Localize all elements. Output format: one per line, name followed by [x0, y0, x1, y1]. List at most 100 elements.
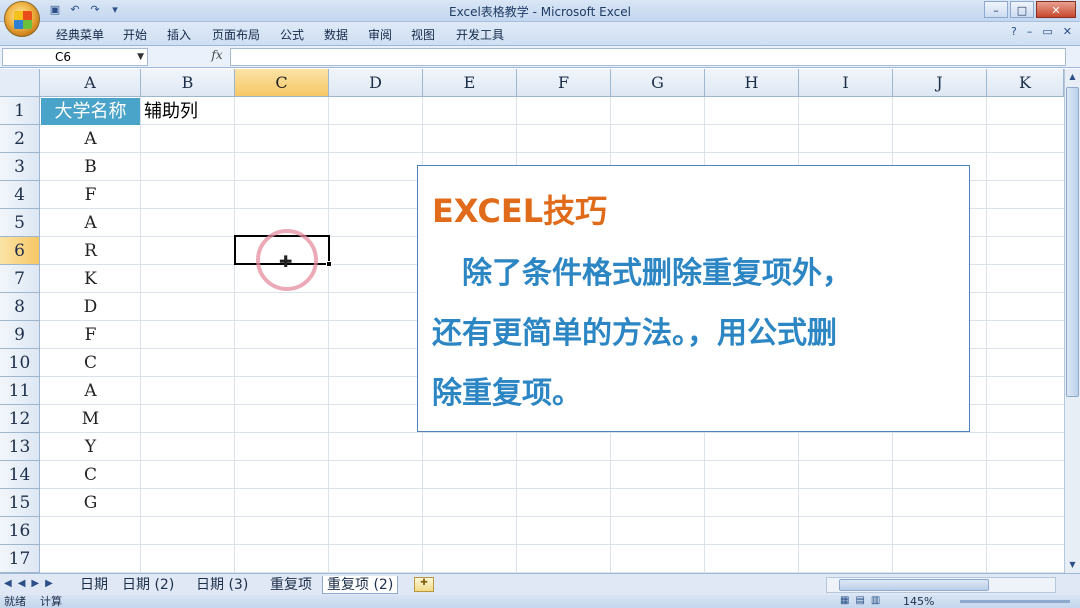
tab-classic-menu[interactable]: 经典菜单 [56, 26, 104, 43]
column-header[interactable]: H [705, 69, 799, 97]
vertical-scrollbar[interactable]: ▲ ▼ [1064, 69, 1080, 573]
gridline [328, 97, 329, 573]
cell-a11[interactable]: A [41, 378, 140, 405]
cell-a5[interactable]: A [41, 210, 140, 237]
next-sheet-icon[interactable]: ▶ [31, 578, 39, 589]
sheet-tab[interactable]: 重复项 [266, 576, 316, 594]
cell-a15[interactable]: G [41, 490, 140, 517]
scroll-thumb[interactable] [1066, 87, 1079, 397]
formula-bar: C6 ▼ fx [0, 46, 1080, 68]
row-header[interactable]: 9 [0, 321, 40, 349]
row-header[interactable]: 13 [0, 433, 40, 461]
cell-a7[interactable]: K [41, 266, 140, 293]
row-header[interactable]: 8 [0, 293, 40, 321]
column-header[interactable]: J [893, 69, 987, 97]
office-logo-icon [14, 11, 32, 29]
insert-function-button[interactable]: fx [206, 48, 228, 66]
column-header[interactable]: A [40, 69, 141, 97]
cell-b1-header[interactable]: 辅助列 [144, 98, 198, 125]
column-header[interactable]: D [329, 69, 423, 97]
row-header-active[interactable]: 6 [0, 237, 40, 265]
row-header[interactable]: 1 [0, 97, 40, 125]
sheet-tab[interactable]: 日期 (3) [192, 576, 252, 594]
cell-a8[interactable]: D [41, 294, 140, 321]
scroll-up-icon[interactable]: ▲ [1065, 69, 1080, 85]
status-calc: 计算 [40, 595, 62, 608]
ribbon-minimize-icon[interactable]: – [1027, 25, 1033, 38]
fill-handle[interactable] [326, 261, 332, 267]
gridline [40, 432, 1064, 433]
cell-a12[interactable]: M [41, 406, 140, 433]
minimize-button[interactable]: – [984, 1, 1008, 18]
column-header[interactable]: E [423, 69, 517, 97]
tab-review[interactable]: 审阅 [368, 26, 392, 43]
zoom-slider[interactable] [960, 600, 1070, 603]
row-header[interactable]: 4 [0, 181, 40, 209]
column-header[interactable]: G [611, 69, 705, 97]
ribbon-tabs: 经典菜单 开始 插入 页面布局 公式 数据 审阅 视图 开发工具 ? – ▭ ✕ [0, 22, 1080, 46]
row-header[interactable]: 10 [0, 349, 40, 377]
chevron-down-icon[interactable]: ▼ [137, 49, 144, 65]
name-box[interactable]: C6 ▼ [2, 48, 148, 66]
column-header-active[interactable]: C [235, 69, 329, 97]
tab-data[interactable]: 数据 [324, 26, 348, 43]
cell-a3[interactable]: B [41, 154, 140, 181]
worksheet-grid[interactable]: A B C D E F G H I J K 1 2 3 4 5 6 7 8 9 … [0, 69, 1064, 573]
prev-sheet-icon[interactable]: ◀ [18, 578, 26, 589]
horizontal-scrollbar[interactable] [826, 577, 1056, 593]
tip-textbox[interactable]: EXCEL技巧 除了条件格式删除重复项外， 还有更简单的方法。，用公式删 除重复… [417, 165, 970, 432]
tab-home[interactable]: 开始 [123, 26, 147, 43]
row-header[interactable]: 14 [0, 461, 40, 489]
tab-page-layout[interactable]: 页面布局 [212, 26, 260, 43]
tip-line: 除重复项。 [432, 376, 582, 411]
row-header[interactable]: 12 [0, 405, 40, 433]
cell-a10[interactable]: C [41, 350, 140, 377]
row-header[interactable]: 5 [0, 209, 40, 237]
page-layout-view-icon[interactable]: ▤ [855, 595, 864, 606]
horizontal-scroll-thumb[interactable] [839, 579, 989, 591]
maximize-button[interactable]: □ [1010, 1, 1034, 18]
select-all-button[interactable] [0, 69, 40, 97]
row-header[interactable]: 2 [0, 125, 40, 153]
cell-a13[interactable]: Y [41, 434, 140, 461]
cell-a1-header[interactable]: 大学名称 [41, 98, 140, 125]
row-header[interactable]: 7 [0, 265, 40, 293]
cell-a9[interactable]: F [41, 322, 140, 349]
row-header[interactable]: 3 [0, 153, 40, 181]
column-header[interactable]: B [141, 69, 235, 97]
tab-insert[interactable]: 插入 [167, 26, 191, 43]
formula-input[interactable] [230, 48, 1066, 66]
scroll-down-icon[interactable]: ▼ [1065, 557, 1080, 573]
help-icon[interactable]: ? [1011, 25, 1017, 38]
ribbon-right-controls: ? – ▭ ✕ [1011, 25, 1072, 38]
cell-a4[interactable]: F [41, 182, 140, 209]
tip-line: 除了条件格式删除重复项外， [432, 256, 852, 291]
office-button[interactable] [4, 1, 40, 37]
row-header[interactable]: 11 [0, 377, 40, 405]
last-sheet-icon[interactable]: ▶ [45, 578, 53, 589]
ribbon-close-icon[interactable]: ✕ [1063, 25, 1072, 38]
normal-view-icon[interactable]: ▦ [840, 595, 849, 606]
row-header[interactable]: 17 [0, 545, 40, 573]
sheet-tab[interactable]: 日期 (2) [118, 576, 178, 594]
tab-developer[interactable]: 开发工具 [456, 26, 504, 43]
row-header[interactable]: 16 [0, 517, 40, 545]
sheet-tab[interactable]: 日期 [76, 576, 112, 594]
tab-formulas[interactable]: 公式 [280, 26, 304, 43]
page-break-view-icon[interactable]: ▥ [871, 595, 880, 606]
cell-a2[interactable]: A [41, 126, 140, 153]
cell-a6[interactable]: R [41, 238, 140, 265]
tab-view[interactable]: 视图 [411, 26, 435, 43]
close-button[interactable]: ✕ [1036, 1, 1076, 18]
column-header[interactable]: I [799, 69, 893, 97]
cell-a14[interactable]: C [41, 462, 140, 489]
status-ready: 就绪 [4, 595, 26, 608]
column-header[interactable]: K [987, 69, 1064, 97]
sheet-tab-active[interactable]: 重复项 (2) [322, 576, 399, 594]
insert-sheet-icon[interactable]: ✚ [414, 577, 434, 592]
first-sheet-icon[interactable]: ◀ [4, 578, 12, 589]
ribbon-restore-icon[interactable]: ▭ [1042, 25, 1052, 38]
row-header[interactable]: 15 [0, 489, 40, 517]
column-header[interactable]: F [517, 69, 611, 97]
zoom-level[interactable]: 145% [903, 595, 934, 608]
